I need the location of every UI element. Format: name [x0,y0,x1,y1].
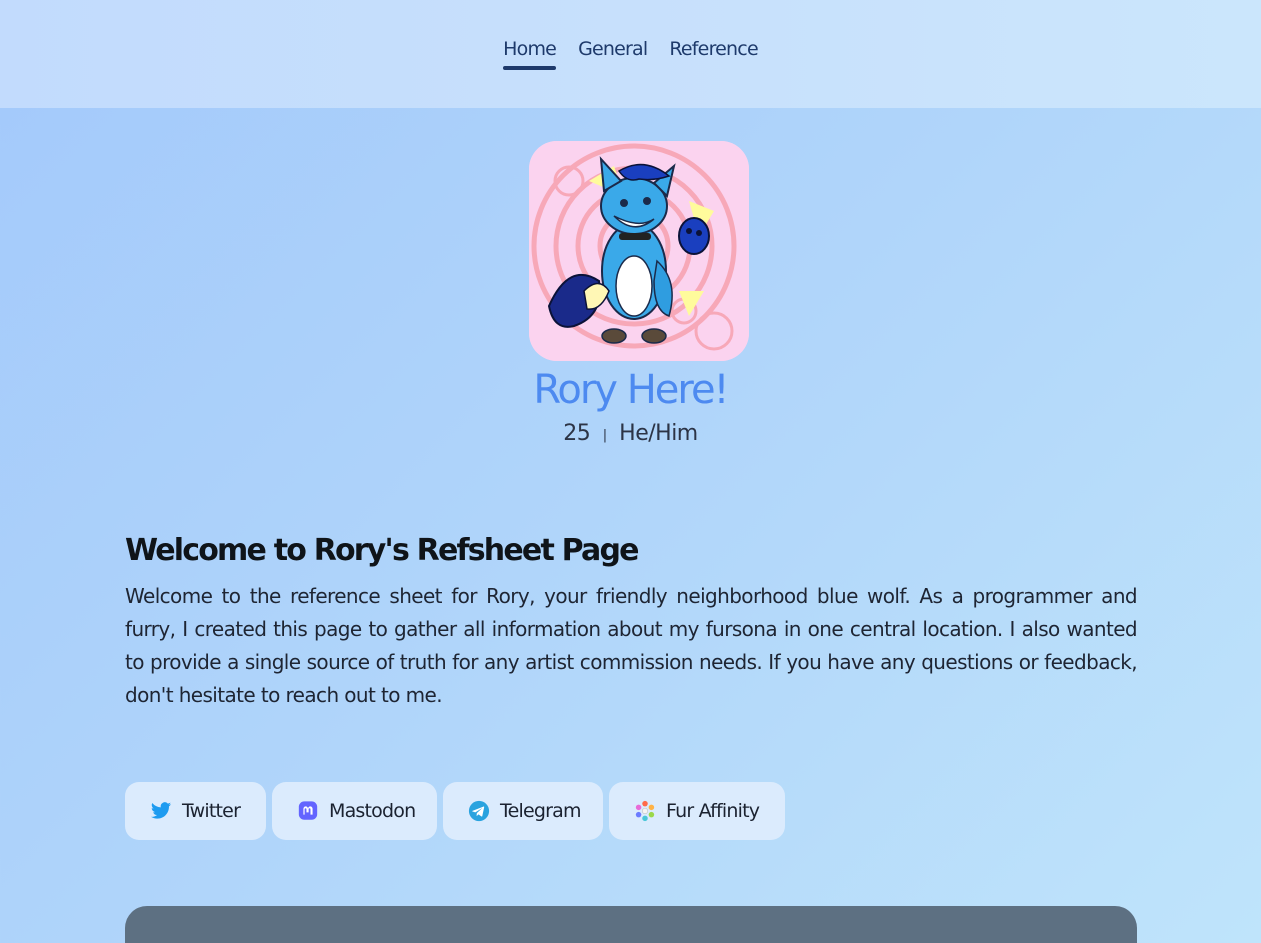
mastodon-button[interactable]: Mastodon [272,782,437,840]
top-navigation: Home General Reference [0,0,1261,108]
social-links: Twitter Mastodon Telegram Fur Affinity [125,782,785,840]
nav-item-reference[interactable]: Reference [669,38,758,66]
intro-section: Welcome to Rory's Refsheet Page Welcome … [125,533,1138,712]
telegram-label: Telegram [500,800,581,822]
wolf-character-avatar-image [529,141,749,361]
twitter-icon [150,800,172,822]
nav-menu: Home General Reference [503,38,759,70]
content-card [125,906,1137,943]
furaffinity-label: Fur Affinity [666,800,760,822]
profile-age: 25 [563,421,591,446]
meta-separator: | [602,428,607,443]
nav-item-general[interactable]: General [578,38,648,66]
profile-header: Rory Here! 25 | He/Him [0,141,1261,446]
twitter-label: Twitter [182,800,241,822]
profile-name: Rory Here! [533,367,729,413]
furaffinity-icon [634,800,656,822]
mastodon-label: Mastodon [329,800,416,822]
profile-meta: 25 | He/Him [563,421,698,446]
profile-pronouns: He/Him [619,421,698,446]
telegram-button[interactable]: Telegram [443,782,603,840]
intro-body: Welcome to the reference sheet for Rory,… [125,584,1138,707]
nav-item-home[interactable]: Home [503,38,557,70]
furaffinity-button[interactable]: Fur Affinity [609,782,785,840]
twitter-button[interactable]: Twitter [125,782,266,840]
telegram-icon [468,800,490,822]
intro-heading: Welcome to Rory's Refsheet Page [125,533,639,568]
mastodon-icon [297,800,319,822]
avatar [529,141,749,361]
